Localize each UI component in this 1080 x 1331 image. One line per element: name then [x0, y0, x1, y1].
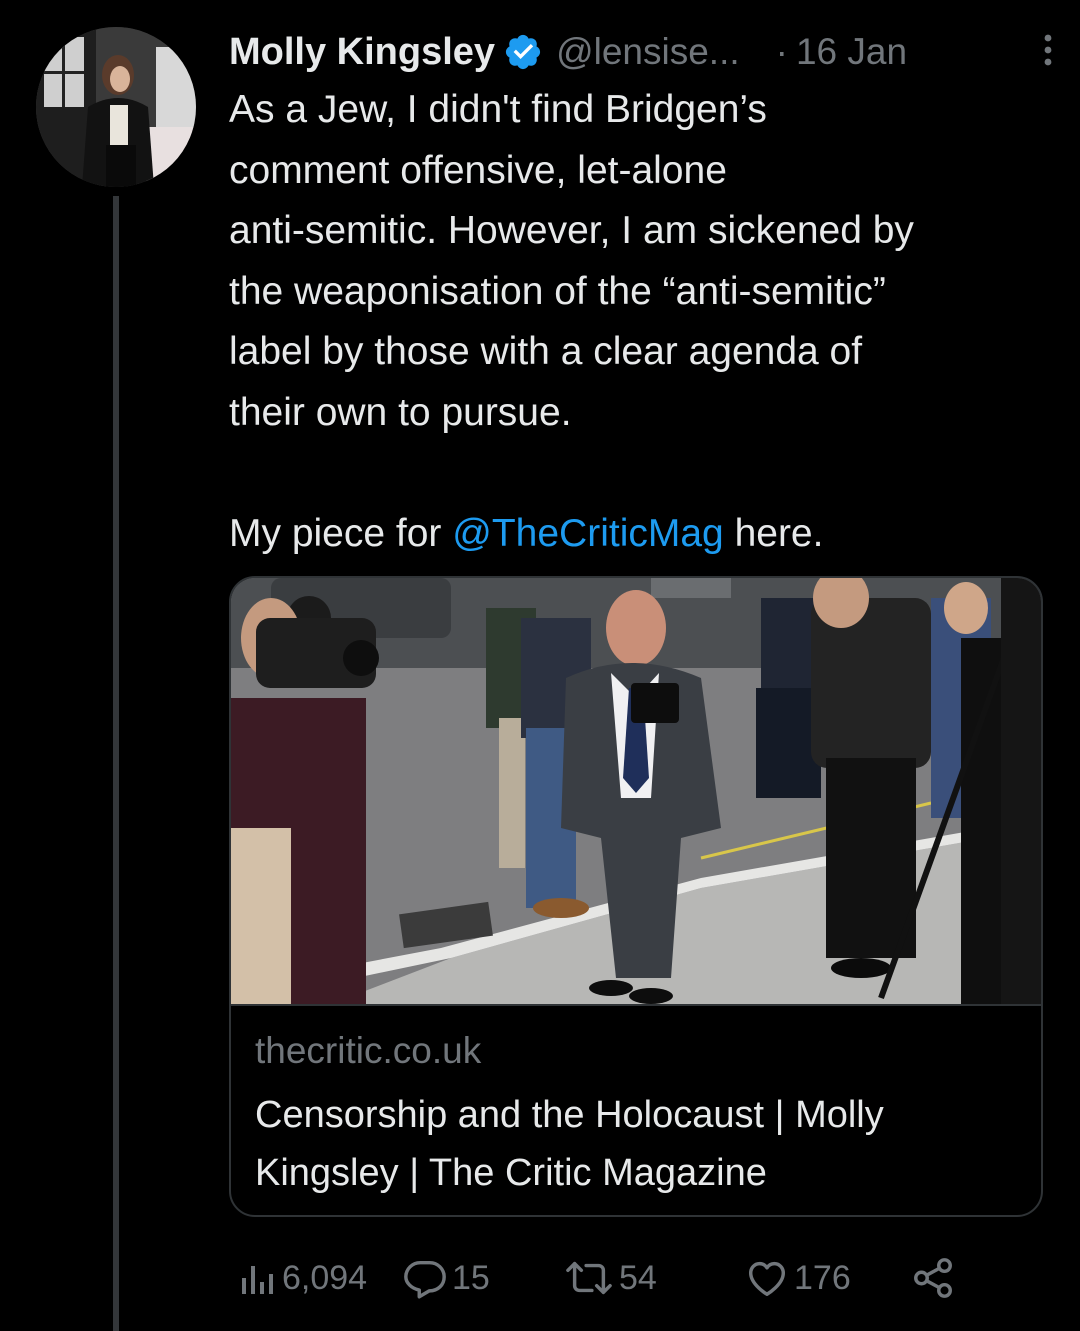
views-icon [242, 1266, 273, 1294]
tweet-text-line: label by those with a clear agenda of [229, 330, 863, 373]
retweet-button[interactable]: 54 [563, 1253, 657, 1303]
tweet-date[interactable]: 16 Jan [796, 31, 907, 73]
tweet-text-line: comment offensive, let-alone [229, 148, 727, 192]
link-card-title-line: Kingsley | The Critic Magazine [255, 1152, 767, 1194]
like-icon [748, 1261, 786, 1297]
avatar[interactable] [36, 27, 196, 187]
tweet-text-line: My piece for @TheCriticMag here. [229, 504, 1059, 565]
link-card-title-line: Censorship and the Holocaust | Molly [255, 1094, 884, 1136]
retweet-icon [566, 1261, 612, 1295]
tweet-text-line: their own to pursue. [229, 390, 572, 434]
more-options-icon[interactable] [1036, 30, 1060, 70]
reply-icon [404, 1260, 446, 1299]
tweet-text-line: anti-semitic. However, I am sickened by [229, 209, 914, 252]
link-card-title: Censorship and the Holocaust | Molly Kin… [255, 1086, 1025, 1202]
mention-link[interactable]: @TheCriticMag [452, 512, 723, 555]
like-button[interactable]: 176 [744, 1253, 851, 1303]
tweet-text-line: the weaponisation of the “anti-semitic” [229, 269, 886, 313]
avatar-photo [36, 27, 196, 187]
link-card-image[interactable] [231, 578, 1041, 1006]
press-photo [231, 578, 1041, 1004]
thread-line [113, 196, 119, 1331]
retweet-count: 54 [619, 1258, 657, 1297]
verified-badge-icon [505, 34, 541, 70]
views-count: 6,094 [282, 1258, 368, 1297]
reply-button[interactable]: 15 [402, 1253, 490, 1303]
author-name[interactable]: Molly Kingsley [229, 31, 495, 74]
meta-separator: · [775, 31, 788, 72]
text-suffix: here. [723, 511, 824, 555]
like-count: 176 [794, 1258, 851, 1297]
tweet-text-line: As a Jew, I didn't find Bridgen’s [229, 88, 767, 131]
share-icon [914, 1258, 952, 1298]
tweet-header: Molly Kingsley @lensise... · 16 Jan [229, 24, 1060, 80]
link-card-domain: thecritic.co.uk [255, 1030, 482, 1071]
link-card[interactable]: thecritic.co.uk Censorship and the Holoc… [229, 576, 1043, 1217]
author-handle[interactable]: @lensise... [556, 31, 740, 73]
tweet-text: As a Jew, I didn't find Bridgen’s commen… [229, 80, 1059, 564]
paragraph-break [229, 443, 1059, 504]
reply-count: 15 [452, 1258, 490, 1297]
text-prefix: My piece for [229, 511, 453, 555]
action-bar: 6,094 15 54 176 [0, 1253, 1080, 1303]
views-button[interactable]: 6,094 [238, 1253, 367, 1303]
share-button[interactable] [910, 1253, 956, 1303]
